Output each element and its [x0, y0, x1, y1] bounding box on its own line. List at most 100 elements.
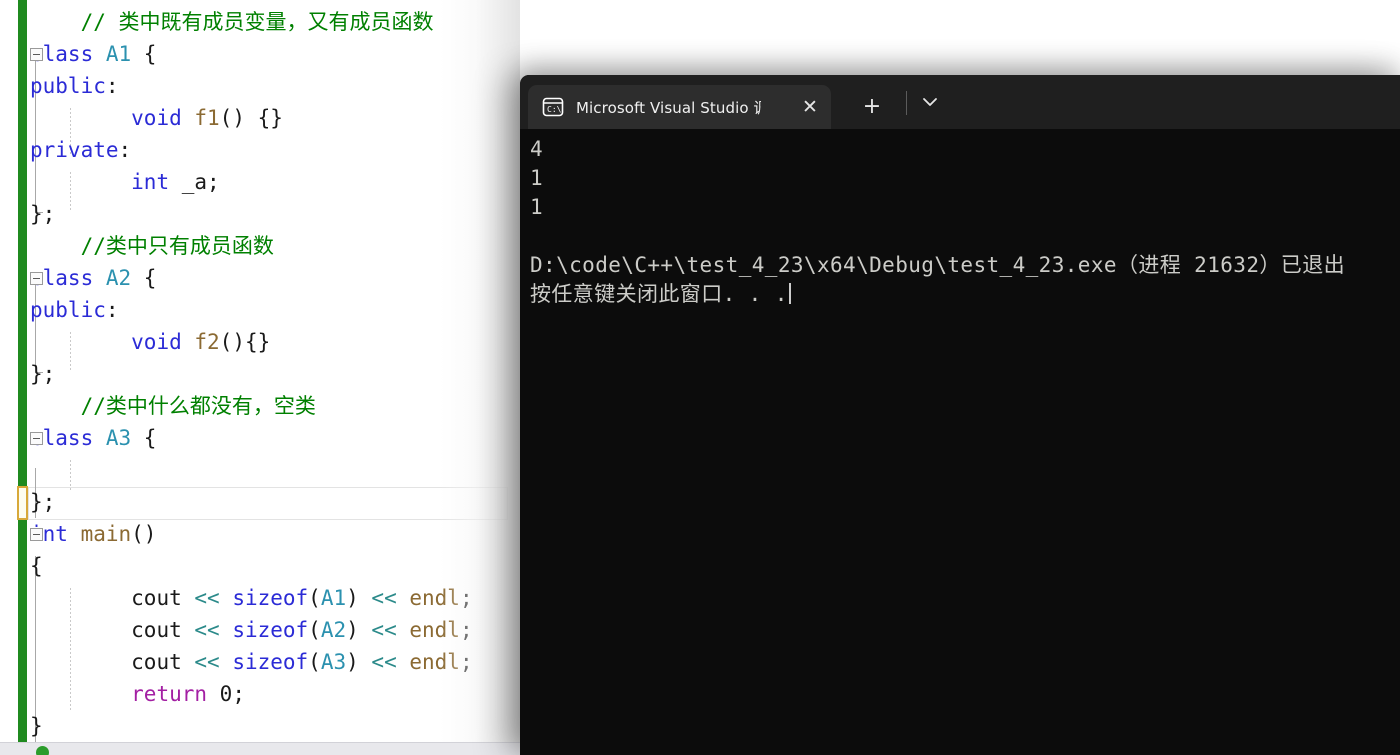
saved-change-margin — [18, 0, 27, 755]
console-tab[interactable]: C:\ Microsoft Visual Studio 调试控 ✕ — [528, 85, 831, 129]
code-line[interactable]: public: — [0, 70, 520, 102]
code-token: //类中什么都没有，空类 — [80, 394, 316, 418]
collapse-region-icon[interactable] — [30, 432, 43, 445]
code-token: ) — [346, 618, 372, 642]
code-text-surface[interactable]: // 类中既有成员变量，又有成员函数 class A1 {public: void… — [0, 0, 520, 755]
console-output-area[interactable]: 4 1 1 D:\code\C++\test_4_23\x64\Debug\test_… — [520, 129, 1400, 755]
code-token: A2 — [320, 618, 347, 642]
code-token: void — [131, 330, 195, 354]
code-token: }; — [30, 362, 56, 386]
code-token: { — [131, 266, 157, 290]
code-token: (){} — [219, 330, 271, 354]
code-token: int — [131, 170, 182, 194]
code-line[interactable]: int main() — [0, 518, 520, 550]
code-token: endl — [409, 586, 460, 610]
code-token: return — [131, 682, 220, 706]
code-line[interactable]: return 0; — [0, 678, 520, 710]
screen-root: // 类中既有成员变量，又有成员函数 class A1 {public: void… — [0, 0, 1400, 755]
code-token: { — [30, 554, 43, 578]
code-token: ( — [308, 618, 321, 642]
code-token: }; — [30, 202, 56, 226]
text-cursor — [788, 283, 791, 304]
code-token: // 类中既有成员变量，又有成员函数 — [80, 10, 434, 34]
code-token: A3 — [105, 426, 132, 450]
code-token: { — [131, 42, 157, 66]
new-tab-icon[interactable]: + — [860, 95, 884, 119]
console-output-line: 按任意键关闭此窗口. . . — [530, 280, 1400, 309]
code-line[interactable]: }; — [0, 198, 520, 230]
console-output-line: 1 — [530, 166, 544, 190]
collapse-region-icon[interactable] — [30, 272, 43, 285]
code-line[interactable]: cout << sizeof(A2) << endl; — [0, 614, 520, 646]
code-line[interactable]: public: — [0, 294, 520, 326]
code-token: << — [371, 650, 410, 674]
code-editor-pane[interactable]: // 类中既有成员变量，又有成员函数 class A1 {public: void… — [0, 0, 520, 755]
code-line[interactable]: void f1() {} — [0, 102, 520, 134]
code-line[interactable]: // 类中既有成员变量，又有成员函数 — [0, 6, 520, 38]
code-line[interactable]: //类中只有成员函数 — [0, 230, 520, 262]
code-line[interactable]: cout << sizeof(A1) << endl; — [0, 582, 520, 614]
code-line[interactable]: } — [0, 710, 520, 742]
code-line[interactable]: }; — [0, 486, 520, 518]
code-line[interactable]: cout << sizeof(A3) << endl; — [0, 646, 520, 678]
code-line[interactable]: int _a; — [0, 166, 520, 198]
close-icon[interactable]: ✕ — [799, 96, 821, 118]
code-token: ( — [308, 586, 321, 610]
code-line[interactable]: }; — [0, 358, 520, 390]
code-line[interactable]: { — [0, 550, 520, 582]
status-indicator-icon — [36, 746, 49, 755]
code-token: 0; — [219, 682, 245, 706]
code-token: A2 — [105, 266, 132, 290]
code-token: //类中只有成员函数 — [80, 234, 274, 258]
console-output-line: 4 — [530, 137, 544, 161]
console-tab-title: Microsoft Visual Studio 调试控 — [576, 98, 761, 117]
code-token: sizeof — [232, 650, 309, 674]
debug-console-window[interactable]: C:\ Microsoft Visual Studio 调试控 ✕ + 4 1 1 D… — [520, 75, 1400, 755]
code-line[interactable]: //类中什么都没有，空类 — [0, 390, 520, 422]
collapse-region-icon[interactable] — [30, 528, 43, 541]
code-token: << — [194, 586, 233, 610]
code-token: ) — [346, 650, 372, 674]
editor-status-bar — [0, 742, 520, 755]
code-token: private — [30, 138, 119, 162]
console-output-line: 1 — [530, 195, 544, 219]
chevron-down-icon[interactable] — [918, 90, 942, 114]
code-token: }; — [30, 490, 56, 514]
code-line[interactable]: class A3 { — [0, 422, 520, 454]
console-output-line: D:\code\C++\test_4_23\x64\Debug\test_4_2… — [530, 253, 1345, 277]
toolbar-divider — [906, 91, 907, 115]
unsaved-change-margin — [17, 486, 28, 520]
code-token: : — [105, 298, 119, 322]
code-token: } — [30, 714, 43, 738]
code-token: << — [371, 618, 410, 642]
code-line[interactable]: class A2 { — [0, 262, 520, 294]
console-icon: C:\ — [542, 97, 564, 117]
collapse-region-icon[interactable] — [30, 48, 43, 61]
code-token: cout — [131, 586, 195, 610]
code-token: _a; — [181, 170, 220, 194]
code-token: ; — [459, 618, 473, 642]
code-token: void — [131, 106, 195, 130]
code-line[interactable] — [0, 454, 520, 486]
code-line[interactable]: void f2(){} — [0, 326, 520, 358]
code-token: ( — [308, 650, 321, 674]
code-token: : — [118, 138, 132, 162]
code-line[interactable]: private: — [0, 134, 520, 166]
code-token: public — [30, 74, 106, 98]
code-token: f2 — [194, 330, 220, 354]
console-title-bar[interactable]: C:\ Microsoft Visual Studio 调试控 ✕ + — [520, 75, 1400, 129]
code-token: f1 — [194, 106, 220, 130]
code-token: ) — [346, 586, 372, 610]
code-line[interactable]: class A1 { — [0, 38, 520, 70]
code-token: sizeof — [232, 586, 309, 610]
code-token: () {} — [219, 106, 283, 130]
